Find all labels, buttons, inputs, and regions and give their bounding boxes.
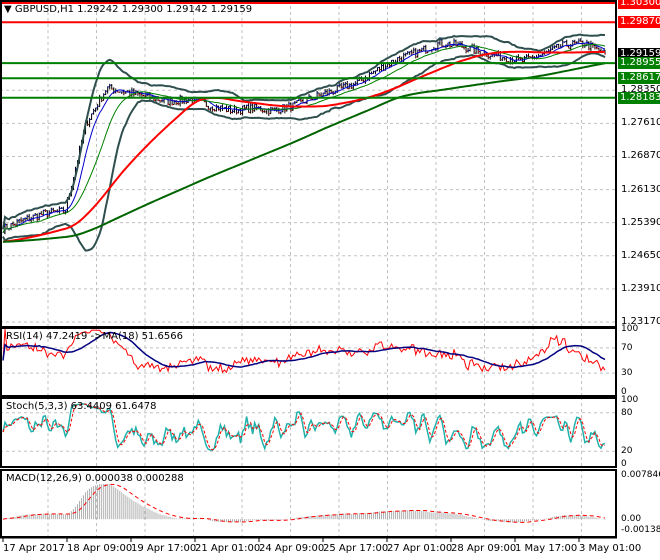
indicator-axis-tick: -0.001382 [621,525,660,535]
time-tick-label: 18 Apr 09:00 [67,543,133,554]
indicator-axis-tick: 30 [621,368,633,379]
price-tick: 1.26130 [621,183,660,195]
indicator-axis-tick: 100 [621,324,639,334]
indicator-axis-tick: 0.007846 [621,470,660,480]
time-tick-label: 17 Apr 2017 [3,543,65,554]
price-level-label: 1.28955 [618,57,660,70]
price-level-label: 1.30300 [618,0,660,9]
chart-header: ▼ GBPUSD,H1 1.29242 1.29300 1.29142 1.29… [4,4,252,15]
time-tick-label: 3 May 01:00 [579,543,642,554]
time-tick-label: 27 Apr 01:00 [387,543,453,554]
indicator-axis-tick: 20 [621,446,633,457]
price-tick: 1.23910 [621,282,660,294]
ohlc-values: 1.29242 1.29300 1.29142 1.29159 [77,4,253,15]
time-tick-label: 25 Apr 17:00 [323,543,389,554]
price-tick: 1.26870 [621,150,660,162]
time-tick-label: 24 Apr 09:00 [259,543,325,554]
dropdown-triangle-icon[interactable]: ▼ [4,4,12,15]
price-level-label: 1.29870 [618,16,660,29]
indicator-axis-tick: 70 [621,342,633,353]
rsi-label: RSI(14) 47.2419 ->MA(18) 51.6566 [6,331,183,342]
price-tick: 1.28350 [621,84,660,96]
time-tick-label: 21 Apr 01:00 [195,543,261,554]
symbol-label: GBPUSD,H1 [14,4,74,15]
bollinger-lower [2,52,606,252]
indicator-axis-tick: 80 [621,407,633,418]
chart-window: ▼ GBPUSD,H1 1.29242 1.29300 1.29142 1.29… [0,0,660,560]
time-tick-label: 28 Apr 09:00 [451,543,517,554]
stoch-label: Stoch(5,3,3) 63.4409 61.6478 [6,401,157,412]
time-tick-label: 19 Apr 17:00 [131,543,197,554]
indicator-axis-tick: 0 [621,459,627,469]
panel-border [0,0,617,328]
macd-label: MACD(12,26,9) 0.000038 0.000288 [6,473,184,484]
price-level-label: 1.28617 [618,72,660,85]
price-tick: 1.25390 [621,216,660,228]
price-tick: 1.27610 [621,117,660,129]
indicator-axis-tick: 100 [621,395,639,405]
price-tick: 1.24650 [621,249,660,261]
indicator-axis-tick: 0.00 [621,514,642,525]
time-tick-label: 1 May 17:00 [515,543,578,554]
